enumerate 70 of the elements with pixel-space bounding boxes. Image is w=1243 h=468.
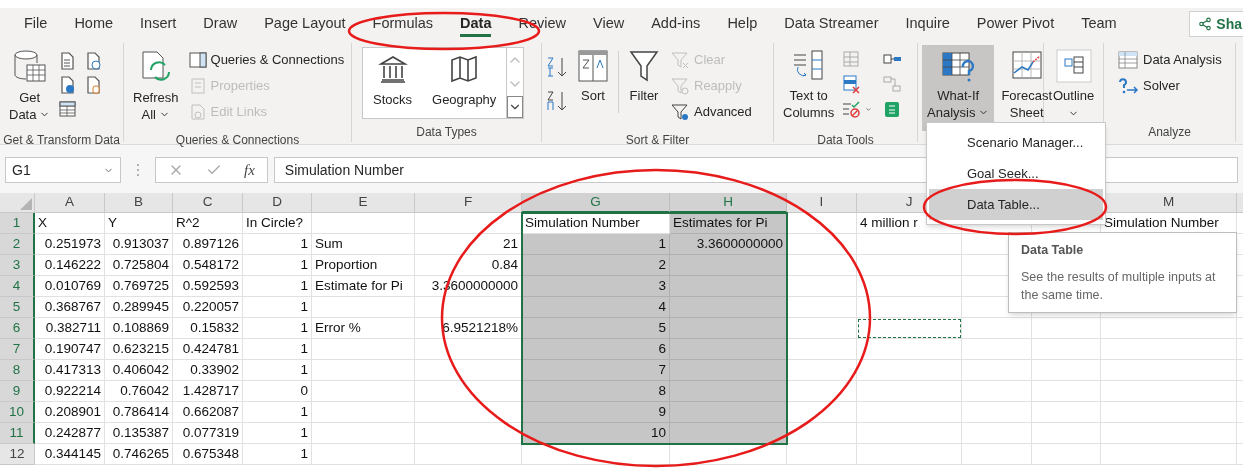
table-cell: 0.897126	[173, 234, 243, 255]
group-label: Analyze	[1148, 124, 1191, 141]
table-cell: 1	[243, 423, 312, 444]
table-cell: 9	[522, 402, 670, 423]
table-cell: 0.15832	[173, 318, 243, 339]
table-cell: 1.428717	[173, 381, 243, 402]
table-cell: 0.623215	[105, 339, 173, 360]
table-cell: 1	[243, 402, 312, 423]
table-cell: 1	[243, 297, 312, 318]
table-cell: 0.725804	[105, 255, 173, 276]
table-cell: 0.108869	[105, 318, 173, 339]
group-label: Data Types	[416, 124, 477, 141]
table-cell: 0	[243, 381, 312, 402]
table-cell: 0.220057	[173, 297, 243, 318]
table-cell: 0.33902	[173, 360, 243, 381]
table-cell: 0.922214	[35, 381, 105, 402]
tooltip-text: See the results of multiple inputs at the same time.	[1021, 268, 1217, 304]
table-cell: 1	[243, 276, 312, 297]
table-cell: 1	[243, 255, 312, 276]
table-cell: 1	[243, 444, 312, 465]
table-cell: 0.208901	[35, 402, 105, 423]
table-cell: 0.786414	[105, 402, 173, 423]
table-cell: 0.251973	[35, 234, 105, 255]
group-label: Queries & Connections	[175, 132, 300, 149]
table-cell: Error %	[312, 318, 415, 339]
table-cell: 0.76042	[105, 381, 173, 402]
table-cell: X	[35, 213, 105, 234]
table-cell: 1	[522, 234, 670, 255]
table-cell: Estimate for Pi	[312, 276, 415, 297]
table-cell: 0.242877	[35, 423, 105, 444]
table-cell: 1	[243, 318, 312, 339]
table-cell: 1	[243, 234, 312, 255]
table-cell: 5	[522, 318, 670, 339]
table-cell: 0.289945	[105, 297, 173, 318]
table-cell: 0.010769	[35, 276, 105, 297]
table-cell: 0.769725	[105, 276, 173, 297]
table-cell: 4	[522, 297, 670, 318]
table-cell: 3.3600000000	[670, 234, 787, 255]
table-cell: 0.382711	[35, 318, 105, 339]
table-cell: 0.368767	[35, 297, 105, 318]
table-cell: 1	[243, 360, 312, 381]
table-cell: 1	[243, 339, 312, 360]
table-cell: 0.190747	[35, 339, 105, 360]
table-cell: In Circle?	[243, 213, 312, 234]
table-cell: 6	[522, 339, 670, 360]
group-label: Sort & Filter	[625, 132, 690, 149]
table-cell: 0.746265	[105, 444, 173, 465]
table-cell: 0.424781	[173, 339, 243, 360]
table-cell: Proportion	[312, 255, 415, 276]
table-cell: 0.675348	[173, 444, 243, 465]
table-cell: 0.913037	[105, 234, 173, 255]
table-cell: 0.662087	[173, 402, 243, 423]
table-cell: Sum	[312, 234, 415, 255]
table-cell: 7	[522, 360, 670, 381]
table-cell: 0.592593	[173, 276, 243, 297]
table-cell: R^2	[173, 213, 243, 234]
table-cell: 8	[522, 381, 670, 402]
tooltip-title: Data Table	[1021, 242, 1085, 259]
table-cell: 2	[522, 255, 670, 276]
table-cell: 3	[522, 276, 670, 297]
table-cell: 0.135387	[105, 423, 173, 444]
group-label: Get & Transform Data	[3, 132, 120, 149]
table-cell: 0.406042	[105, 360, 173, 381]
table-cell: 0.344145	[35, 444, 105, 465]
table-cell: 0.077319	[173, 423, 243, 444]
table-cell: 0.548172	[173, 255, 243, 276]
table-cell: 0.417313	[35, 360, 105, 381]
table-cell: 0.146222	[35, 255, 105, 276]
group-label: Data Tools	[817, 132, 874, 149]
table-cell: Y	[105, 213, 173, 234]
